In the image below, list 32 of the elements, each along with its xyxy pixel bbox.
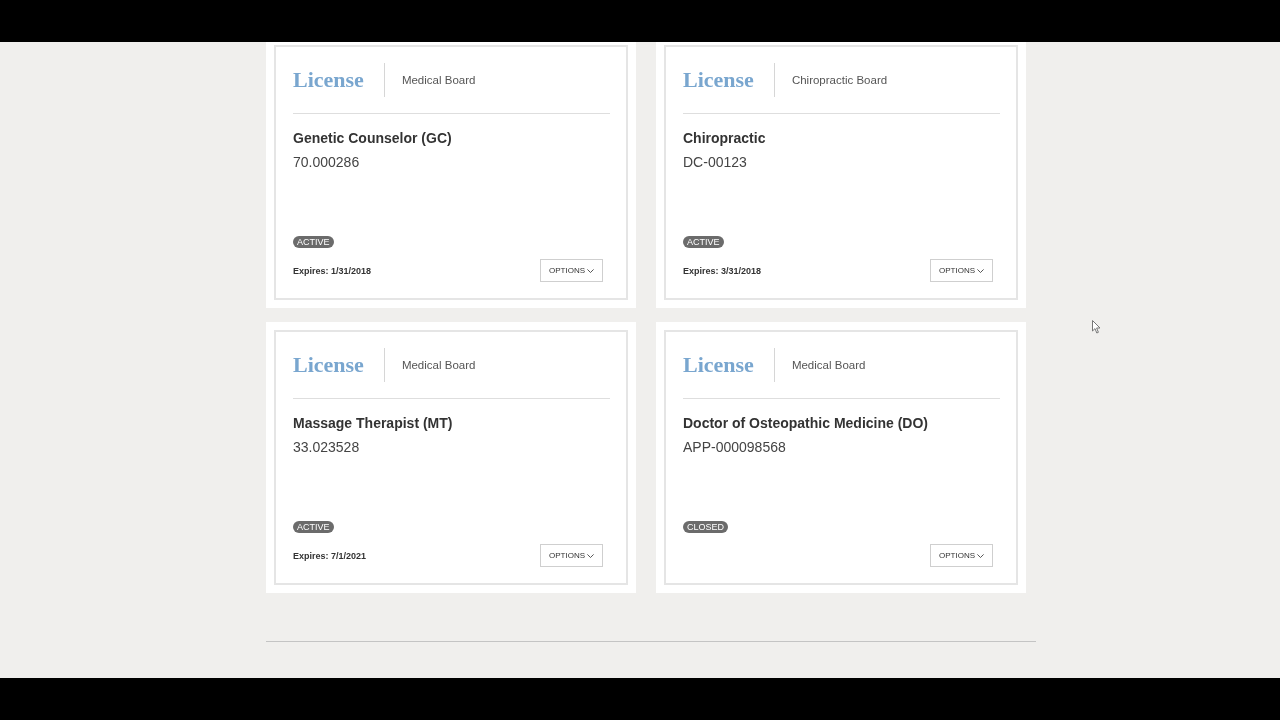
options-button[interactable]: OPTIONS — [930, 259, 993, 282]
options-button[interactable]: OPTIONS — [540, 544, 603, 567]
status-badge: ACTIVE — [293, 521, 334, 533]
license-number: 70.000286 — [293, 153, 361, 171]
board-name: Medical Board — [401, 359, 476, 371]
options-button[interactable]: OPTIONS — [540, 259, 603, 282]
expiry-date: Expires: 3/31/2018 — [683, 265, 762, 276]
license-title: Massage Therapist (MT) — [293, 414, 454, 432]
license-logo: License — [293, 351, 365, 379]
expiry-date: Expires: 7/1/2021 — [293, 550, 367, 561]
license-title: Genetic Counselor (GC) — [293, 129, 453, 147]
options-button[interactable]: OPTIONS — [930, 544, 993, 567]
expiry-date: Expires: 1/31/2018 — [293, 265, 372, 276]
chevron-down-icon — [587, 553, 594, 558]
chevron-down-icon — [977, 268, 984, 273]
license-logo: License — [293, 66, 365, 94]
license-logo: License — [683, 66, 755, 94]
license-title: Chiropractic — [683, 129, 767, 147]
status-badge: CLOSED — [683, 521, 728, 533]
status-badge: ACTIVE — [683, 236, 724, 248]
chevron-down-icon — [977, 553, 984, 558]
status-badge: ACTIVE — [293, 236, 334, 248]
mouse-cursor-icon — [1092, 320, 1101, 334]
license-number: DC-00123 — [683, 153, 748, 171]
license-number: APP-000098568 — [683, 438, 787, 456]
license-number: 33.023528 — [293, 438, 361, 456]
license-logo: License — [683, 351, 755, 379]
license-title: Doctor of Osteopathic Medicine (DO) — [683, 414, 929, 432]
chevron-down-icon — [587, 268, 594, 273]
board-name: Medical Board — [791, 359, 866, 371]
board-name: Chiropractic Board — [791, 74, 888, 86]
board-name: Medical Board — [401, 74, 476, 86]
